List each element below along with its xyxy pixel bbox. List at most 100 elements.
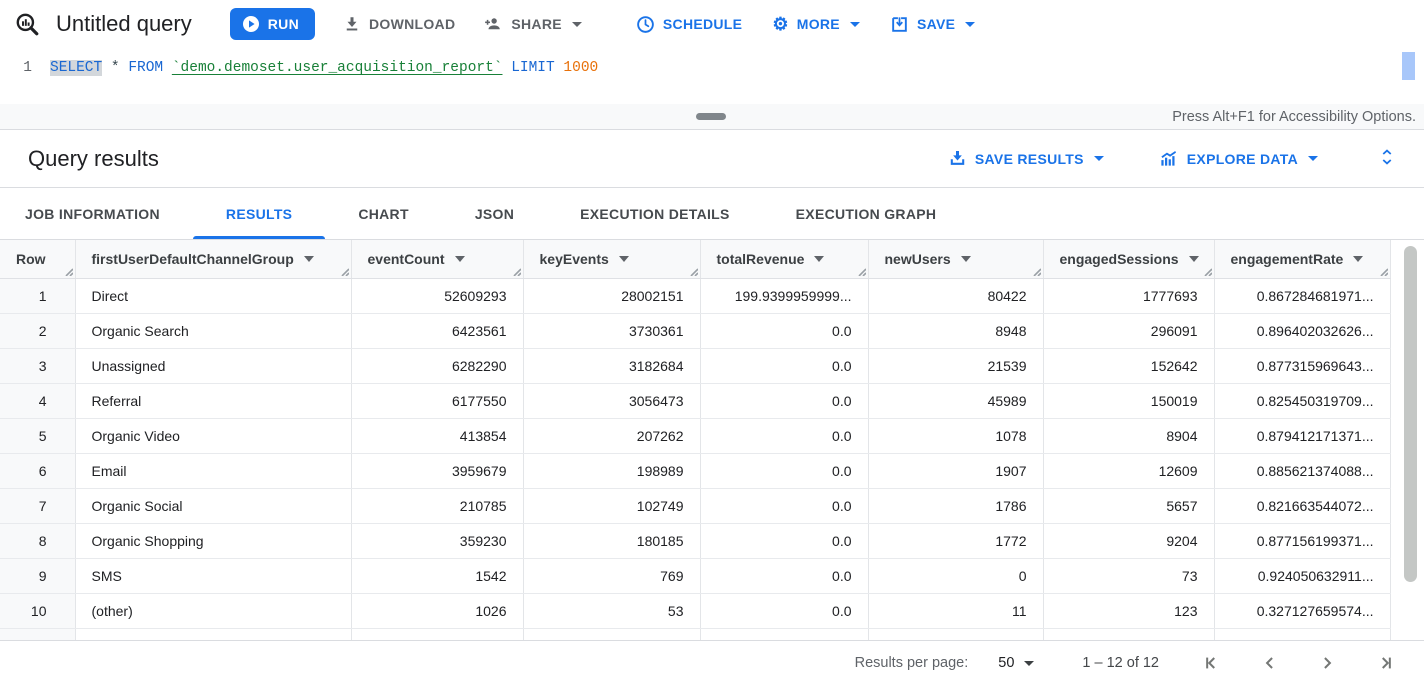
play-icon [242, 15, 260, 33]
column-resize-handle[interactable] [511, 266, 521, 276]
tab-execution-details[interactable]: EXECUTION DETAILS [547, 188, 763, 239]
sort-arrow-icon[interactable] [814, 256, 824, 262]
cell-Row: 1 [0, 278, 75, 313]
more-button[interactable]: ⚙ MORE [772, 6, 860, 42]
save-button[interactable]: SAVE [890, 6, 975, 42]
column-header-engagementRate[interactable]: engagementRate [1214, 240, 1390, 278]
cell-totalRevenue: 0.0 [700, 418, 868, 453]
next-page-button[interactable] [1317, 653, 1337, 673]
sort-arrow-icon[interactable] [619, 256, 629, 262]
person-add-icon [483, 15, 503, 33]
cell-newUsers: 11 [868, 593, 1043, 628]
sort-arrow-icon[interactable] [304, 256, 314, 262]
column-resize-handle[interactable] [1378, 266, 1388, 276]
cell-eventCount: 337 [351, 628, 523, 640]
run-button[interactable]: RUN [230, 8, 315, 40]
sort-arrow-icon[interactable] [455, 256, 465, 262]
sql-code-line[interactable]: SELECT * FROM `demo.demoset.user_acquisi… [50, 57, 598, 79]
editor-scrollbar-thumb[interactable] [1402, 52, 1415, 80]
save-results-button[interactable]: SAVE RESULTS [948, 149, 1104, 168]
cell-engagedSessions: 5657 [1043, 488, 1214, 523]
schedule-button[interactable]: SCHEDULE [636, 6, 742, 42]
table-row: 5Organic Video4138542072620.0107889040.8… [0, 418, 1390, 453]
cell-eventCount: 6423561 [351, 313, 523, 348]
save-icon [890, 15, 909, 34]
bigquery-query-icon [14, 11, 40, 37]
column-resize-handle[interactable] [1031, 266, 1041, 276]
cell-eventCount: 3959679 [351, 453, 523, 488]
explore-data-button[interactable]: EXPLORE DATA [1158, 149, 1318, 168]
cell-totalRevenue: 0.0 [700, 523, 868, 558]
previous-page-button[interactable] [1260, 653, 1280, 673]
cell-engagedSessions: 73 [1043, 558, 1214, 593]
tab-results[interactable]: RESULTS [193, 188, 325, 239]
sort-arrow-icon[interactable] [961, 256, 971, 262]
cell-firstUserDefaultChannelGroup: Email [75, 453, 351, 488]
cell-keyEvents: 3182684 [523, 348, 700, 383]
cell-eventCount: 359230 [351, 523, 523, 558]
cell-totalRevenue: 0.0 [700, 488, 868, 523]
sort-arrow-icon[interactable] [1189, 256, 1199, 262]
sql-editor[interactable]: 1 SELECT * FROM `demo.demoset.user_acqui… [0, 48, 1424, 104]
cell-firstUserDefaultChannelGroup: (other) [75, 593, 351, 628]
chevron-down-icon [965, 22, 975, 27]
query-editor-toolbar: Untitled query RUN DOWNLOAD SHARE SCHEDU… [0, 0, 1424, 48]
cell-newUsers: 80422 [868, 278, 1043, 313]
column-header-keyEvents[interactable]: keyEvents [523, 240, 700, 278]
column-resize-handle[interactable] [688, 266, 698, 276]
column-label: eventCount [368, 251, 445, 267]
column-resize-handle[interactable] [339, 266, 349, 276]
tab-job-information[interactable]: JOB INFORMATION [0, 188, 193, 239]
table-scrollbar-thumb[interactable] [1404, 246, 1417, 582]
download-button[interactable]: DOWNLOAD [343, 6, 455, 42]
table-row: 11Paid Social3371340.0031.0 [0, 628, 1390, 640]
cell-keyEvents: 3730361 [523, 313, 700, 348]
cell-keyEvents: 102749 [523, 488, 700, 523]
tab-chart[interactable]: CHART [325, 188, 442, 239]
column-header-Row[interactable]: Row [0, 240, 75, 278]
cell-eventCount: 210785 [351, 488, 523, 523]
cell-Row: 8 [0, 523, 75, 558]
cell-eventCount: 6177550 [351, 383, 523, 418]
first-page-button[interactable] [1203, 653, 1223, 673]
cell-keyEvents: 3056473 [523, 383, 700, 418]
chevron-down-icon [1094, 156, 1104, 161]
cell-keyEvents: 198989 [523, 453, 700, 488]
cell-engagementRate: 0.821663544072... [1214, 488, 1390, 523]
cell-engagementRate: 0.877156199371... [1214, 523, 1390, 558]
page-size-select[interactable]: 50 [998, 655, 1034, 671]
cell-engagementRate: 0.885621374088... [1214, 453, 1390, 488]
cell-engagedSessions: 1777693 [1043, 278, 1214, 313]
cell-engagementRate: 0.879412171371... [1214, 418, 1390, 453]
table-row: 2Organic Search642356137303610.089482960… [0, 313, 1390, 348]
cell-newUsers: 21539 [868, 348, 1043, 383]
tab-json[interactable]: JSON [442, 188, 547, 239]
sort-arrow-icon[interactable] [1353, 256, 1363, 262]
cell-eventCount: 1026 [351, 593, 523, 628]
column-resize-handle[interactable] [1202, 266, 1212, 276]
table-row: 3Unassigned628229031826840.0215391526420… [0, 348, 1390, 383]
cell-Row: 11 [0, 628, 75, 640]
column-header-totalRevenue[interactable]: totalRevenue [700, 240, 868, 278]
column-header-newUsers[interactable]: newUsers [868, 240, 1043, 278]
cell-engagedSessions: 3 [1043, 628, 1214, 640]
pagination-bar: Results per page: 50 1 – 12 of 12 [0, 640, 1424, 685]
column-header-eventCount[interactable]: eventCount [351, 240, 523, 278]
share-button[interactable]: SHARE [483, 6, 582, 42]
cell-totalRevenue: 0.0 [700, 558, 868, 593]
cell-eventCount: 1542 [351, 558, 523, 593]
cell-engagementRate: 0.825450319709... [1214, 383, 1390, 418]
last-page-button[interactable] [1374, 653, 1394, 673]
column-label: newUsers [885, 251, 951, 267]
column-resize-handle[interactable] [63, 266, 73, 276]
column-header-engagedSessions[interactable]: engagedSessions [1043, 240, 1214, 278]
column-header-firstUserDefaultChannelGroup[interactable]: firstUserDefaultChannelGroup [75, 240, 351, 278]
sql-table-reference-link[interactable]: `demo.demoset.user_acquisition_report` [172, 60, 503, 76]
panel-resize-handle[interactable] [696, 113, 726, 120]
column-resize-handle[interactable] [856, 266, 866, 276]
tab-execution-graph[interactable]: EXECUTION GRAPH [763, 188, 970, 239]
cell-firstUserDefaultChannelGroup: Referral [75, 383, 351, 418]
results-table-container: RowfirstUserDefaultChannelGroup eventCoun… [0, 240, 1424, 640]
expand-panel-button[interactable] [1378, 147, 1396, 170]
chevron-right-icon [1317, 653, 1337, 673]
